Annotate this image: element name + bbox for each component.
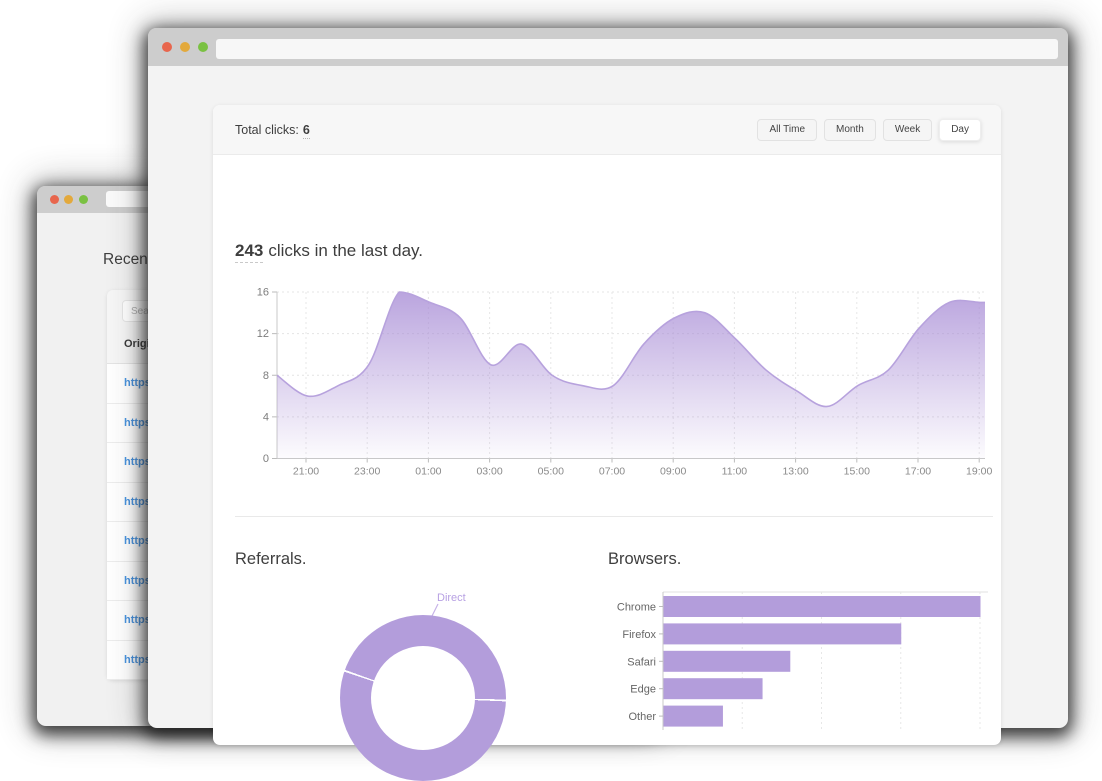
traffic-light-green-icon[interactable] xyxy=(79,195,88,204)
svg-text:05:00: 05:00 xyxy=(538,466,564,478)
range-button-week[interactable]: Week xyxy=(882,118,933,141)
svg-text:21:00: 21:00 xyxy=(293,466,319,478)
analytics-browser-window: Total clicks: 6 All Time Month Week Day 243 c… xyxy=(148,28,1068,781)
total-clicks: Total clicks: 6 xyxy=(235,122,310,139)
svg-text:Safari: Safari xyxy=(627,656,656,668)
total-clicks-value: 6 xyxy=(302,122,310,139)
svg-text:13:00: 13:00 xyxy=(782,466,808,478)
svg-text:15:00: 15:00 xyxy=(844,466,870,478)
svg-text:8: 8 xyxy=(263,370,269,382)
svg-text:Chrome: Chrome xyxy=(617,602,656,614)
svg-text:01:00: 01:00 xyxy=(415,466,441,478)
svg-text:03:00: 03:00 xyxy=(476,466,502,478)
traffic-light-yellow-icon[interactable] xyxy=(64,195,73,204)
traffic-light-yellow-icon[interactable] xyxy=(180,42,190,52)
url-bar[interactable] xyxy=(216,39,1058,59)
donut-label-direct: Direct xyxy=(437,592,466,604)
range-button-day[interactable]: Day xyxy=(939,118,981,141)
svg-text:Firefox: Firefox xyxy=(622,629,656,641)
svg-text:17:00: 17:00 xyxy=(905,466,931,478)
svg-text:16: 16 xyxy=(257,287,269,299)
referrals-heading: Referrals. xyxy=(235,550,307,568)
section-divider xyxy=(235,516,993,517)
range-button-month[interactable]: Month xyxy=(824,118,876,141)
svg-text:Edge: Edge xyxy=(630,684,656,696)
svg-text:12: 12 xyxy=(257,328,269,340)
svg-text:07:00: 07:00 xyxy=(599,466,625,478)
card-body: 243 clicks in the last day. 0 4 8 12 16 21:00 2… xyxy=(213,155,1001,781)
range-button-all-time[interactable]: All Time xyxy=(757,118,818,141)
card-header: Total clicks: 6 All Time Month Week Day xyxy=(213,105,1001,155)
range-buttons: All Time Month Week Day xyxy=(757,118,981,141)
svg-text:11:00: 11:00 xyxy=(722,466,748,478)
analytics-card: Total clicks: 6 All Time Month Week Day 243 c… xyxy=(213,105,1001,781)
browsers-heading: Browsers. xyxy=(608,550,682,568)
traffic-light-red-icon[interactable] xyxy=(50,195,59,204)
charts-canvas: 0 4 8 12 16 21:00 23:00 01:00 03:00 05:00 07:00 09:… xyxy=(257,287,992,730)
traffic-light-green-icon[interactable] xyxy=(198,42,208,52)
svg-text:23:00: 23:00 xyxy=(354,466,380,478)
referrals-donut-chart xyxy=(340,615,506,781)
traffic-light-red-icon[interactable] xyxy=(162,42,172,52)
titlebar xyxy=(148,28,1068,66)
svg-text:Other: Other xyxy=(628,711,656,723)
total-clicks-label: Total clicks: xyxy=(235,122,299,137)
svg-text:19:00: 19:00 xyxy=(966,466,992,478)
svg-text:0: 0 xyxy=(263,453,269,465)
svg-text:4: 4 xyxy=(263,411,269,423)
svg-text:09:00: 09:00 xyxy=(660,466,686,478)
